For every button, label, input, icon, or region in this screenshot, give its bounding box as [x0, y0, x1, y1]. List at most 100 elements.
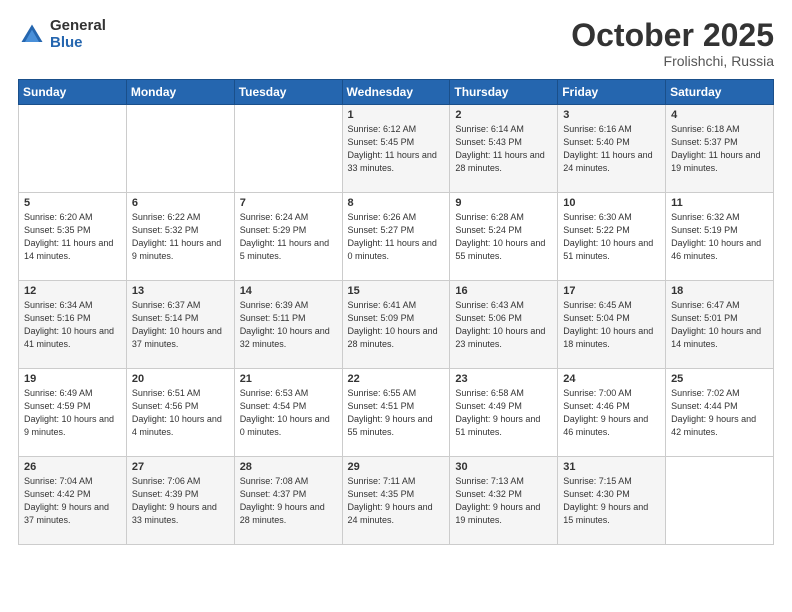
day-number: 24 [563, 373, 660, 385]
header-thursday: Thursday [450, 80, 558, 105]
calendar-cell [19, 105, 127, 193]
day-number: 28 [240, 461, 337, 473]
day-info: Sunrise: 6:39 AM Sunset: 5:11 PM Dayligh… [240, 299, 337, 351]
day-info: Sunrise: 6:22 AM Sunset: 5:32 PM Dayligh… [132, 211, 229, 263]
calendar-cell: 5 Sunrise: 6:20 AM Sunset: 5:35 PM Daylig… [19, 193, 127, 281]
logo-general: General [50, 18, 106, 35]
calendar-cell: 12 Sunrise: 6:34 AM Sunset: 5:16 PM Dayli… [19, 281, 127, 369]
day-info: Sunrise: 6:43 AM Sunset: 5:06 PM Dayligh… [455, 299, 552, 351]
calendar-table: Sunday Monday Tuesday Wednesday Thursday… [18, 79, 774, 545]
day-number: 18 [671, 285, 768, 297]
calendar-cell: 28 Sunrise: 7:08 AM Sunset: 4:37 PM Dayli… [234, 457, 342, 545]
calendar-cell: 25 Sunrise: 7:02 AM Sunset: 4:44 PM Dayli… [666, 369, 774, 457]
logo-text: General Blue [50, 18, 106, 51]
day-info: Sunrise: 6:32 AM Sunset: 5:19 PM Dayligh… [671, 211, 768, 263]
day-info: Sunrise: 6:45 AM Sunset: 5:04 PM Dayligh… [563, 299, 660, 351]
header-friday: Friday [558, 80, 666, 105]
calendar-cell: 21 Sunrise: 6:53 AM Sunset: 4:54 PM Dayli… [234, 369, 342, 457]
calendar-cell: 31Sunrise: 7:15 AM Sunset: 4:30 PM Dayli… [558, 457, 666, 545]
day-info: Sunrise: 6:26 AM Sunset: 5:27 PM Dayligh… [348, 211, 445, 263]
day-info: Sunrise: 7:08 AM Sunset: 4:37 PM Dayligh… [240, 475, 337, 527]
calendar-cell: 4Sunrise: 6:18 AM Sunset: 5:37 PM Daylig… [666, 105, 774, 193]
day-number: 9 [455, 197, 552, 209]
logo-icon [18, 21, 46, 49]
day-number: 14 [240, 285, 337, 297]
day-number: 8 [348, 197, 445, 209]
calendar-cell: 26 Sunrise: 7:04 AM Sunset: 4:42 PM Dayli… [19, 457, 127, 545]
calendar-cell: 10 Sunrise: 6:30 AM Sunset: 5:22 PM Dayli… [558, 193, 666, 281]
day-number: 25 [671, 373, 768, 385]
day-info: Sunrise: 7:06 AM Sunset: 4:39 PM Dayligh… [132, 475, 229, 527]
calendar-cell [126, 105, 234, 193]
day-info: Sunrise: 6:41 AM Sunset: 5:09 PM Dayligh… [348, 299, 445, 351]
location: Frolishchi, Russia [571, 53, 774, 69]
calendar-cell: 14 Sunrise: 6:39 AM Sunset: 5:11 PM Dayli… [234, 281, 342, 369]
day-number: 26 [24, 461, 121, 473]
day-info: Sunrise: 6:14 AM Sunset: 5:43 PM Dayligh… [455, 123, 552, 175]
calendar-cell: 6Sunrise: 6:22 AM Sunset: 5:32 PM Daylig… [126, 193, 234, 281]
header-sunday: Sunday [19, 80, 127, 105]
calendar-body: 1Sunrise: 6:12 AM Sunset: 5:45 PM Daylig… [19, 105, 774, 545]
calendar-cell: 27 Sunrise: 7:06 AM Sunset: 4:39 PM Dayli… [126, 457, 234, 545]
day-info: Sunrise: 6:20 AM Sunset: 5:35 PM Dayligh… [24, 211, 121, 263]
day-number: 20 [132, 373, 229, 385]
day-number: 3 [563, 109, 660, 121]
weekday-header-row: Sunday Monday Tuesday Wednesday Thursday… [19, 80, 774, 105]
title-block: October 2025 Frolishchi, Russia [571, 18, 774, 69]
day-number: 16 [455, 285, 552, 297]
calendar-week-row: 19Sunrise: 6:49 AM Sunset: 4:59 PM Dayli… [19, 369, 774, 457]
page-container: General Blue October 2025 Frolishchi, Ru… [0, 0, 792, 557]
calendar-cell: 13 Sunrise: 6:37 AM Sunset: 5:14 PM Dayli… [126, 281, 234, 369]
day-number: 13 [132, 285, 229, 297]
calendar-cell: 19Sunrise: 6:49 AM Sunset: 4:59 PM Dayli… [19, 369, 127, 457]
calendar-week-row: 1Sunrise: 6:12 AM Sunset: 5:45 PM Daylig… [19, 105, 774, 193]
day-info: Sunrise: 6:37 AM Sunset: 5:14 PM Dayligh… [132, 299, 229, 351]
calendar-cell: 22 Sunrise: 6:55 AM Sunset: 4:51 PM Dayli… [342, 369, 450, 457]
day-number: 2 [455, 109, 552, 121]
calendar-cell: 24 Sunrise: 7:00 AM Sunset: 4:46 PM Dayli… [558, 369, 666, 457]
header-row: General Blue October 2025 Frolishchi, Ru… [18, 18, 774, 69]
day-number: 19 [24, 373, 121, 385]
day-info: Sunrise: 6:34 AM Sunset: 5:16 PM Dayligh… [24, 299, 121, 351]
day-number: 10 [563, 197, 660, 209]
calendar-cell: 9Sunrise: 6:28 AM Sunset: 5:24 PM Daylig… [450, 193, 558, 281]
calendar-week-row: 5 Sunrise: 6:20 AM Sunset: 5:35 PM Daylig… [19, 193, 774, 281]
calendar-cell [666, 457, 774, 545]
day-number: 21 [240, 373, 337, 385]
day-info: Sunrise: 6:53 AM Sunset: 4:54 PM Dayligh… [240, 387, 337, 439]
day-number: 7 [240, 197, 337, 209]
calendar-cell: 15 Sunrise: 6:41 AM Sunset: 5:09 PM Dayli… [342, 281, 450, 369]
day-info: Sunrise: 6:55 AM Sunset: 4:51 PM Dayligh… [348, 387, 445, 439]
day-number: 31 [563, 461, 660, 473]
day-info: Sunrise: 6:51 AM Sunset: 4:56 PM Dayligh… [132, 387, 229, 439]
day-number: 15 [348, 285, 445, 297]
calendar-cell: 29Sunrise: 7:11 AM Sunset: 4:35 PM Dayli… [342, 457, 450, 545]
calendar-cell: 1Sunrise: 6:12 AM Sunset: 5:45 PM Daylig… [342, 105, 450, 193]
calendar-cell: 17Sunrise: 6:45 AM Sunset: 5:04 PM Dayli… [558, 281, 666, 369]
day-info: Sunrise: 7:11 AM Sunset: 4:35 PM Dayligh… [348, 475, 445, 527]
day-number: 5 [24, 197, 121, 209]
day-number: 22 [348, 373, 445, 385]
month-title: October 2025 [571, 18, 774, 53]
day-info: Sunrise: 6:24 AM Sunset: 5:29 PM Dayligh… [240, 211, 337, 263]
day-info: Sunrise: 7:04 AM Sunset: 4:42 PM Dayligh… [24, 475, 121, 527]
day-info: Sunrise: 7:00 AM Sunset: 4:46 PM Dayligh… [563, 387, 660, 439]
day-info: Sunrise: 7:13 AM Sunset: 4:32 PM Dayligh… [455, 475, 552, 527]
logo-blue: Blue [50, 35, 106, 52]
header-saturday: Saturday [666, 80, 774, 105]
day-info: Sunrise: 6:30 AM Sunset: 5:22 PM Dayligh… [563, 211, 660, 263]
calendar-cell: 11 Sunrise: 6:32 AM Sunset: 5:19 PM Dayli… [666, 193, 774, 281]
day-number: 12 [24, 285, 121, 297]
header-wednesday: Wednesday [342, 80, 450, 105]
day-number: 1 [348, 109, 445, 121]
day-number: 27 [132, 461, 229, 473]
header-monday: Monday [126, 80, 234, 105]
calendar-cell: 20 Sunrise: 6:51 AM Sunset: 4:56 PM Dayli… [126, 369, 234, 457]
day-info: Sunrise: 7:02 AM Sunset: 4:44 PM Dayligh… [671, 387, 768, 439]
day-info: Sunrise: 6:47 AM Sunset: 5:01 PM Dayligh… [671, 299, 768, 351]
day-info: Sunrise: 6:18 AM Sunset: 5:37 PM Dayligh… [671, 123, 768, 175]
header-tuesday: Tuesday [234, 80, 342, 105]
calendar-cell: 30 Sunrise: 7:13 AM Sunset: 4:32 PM Dayli… [450, 457, 558, 545]
day-number: 30 [455, 461, 552, 473]
day-number: 11 [671, 197, 768, 209]
